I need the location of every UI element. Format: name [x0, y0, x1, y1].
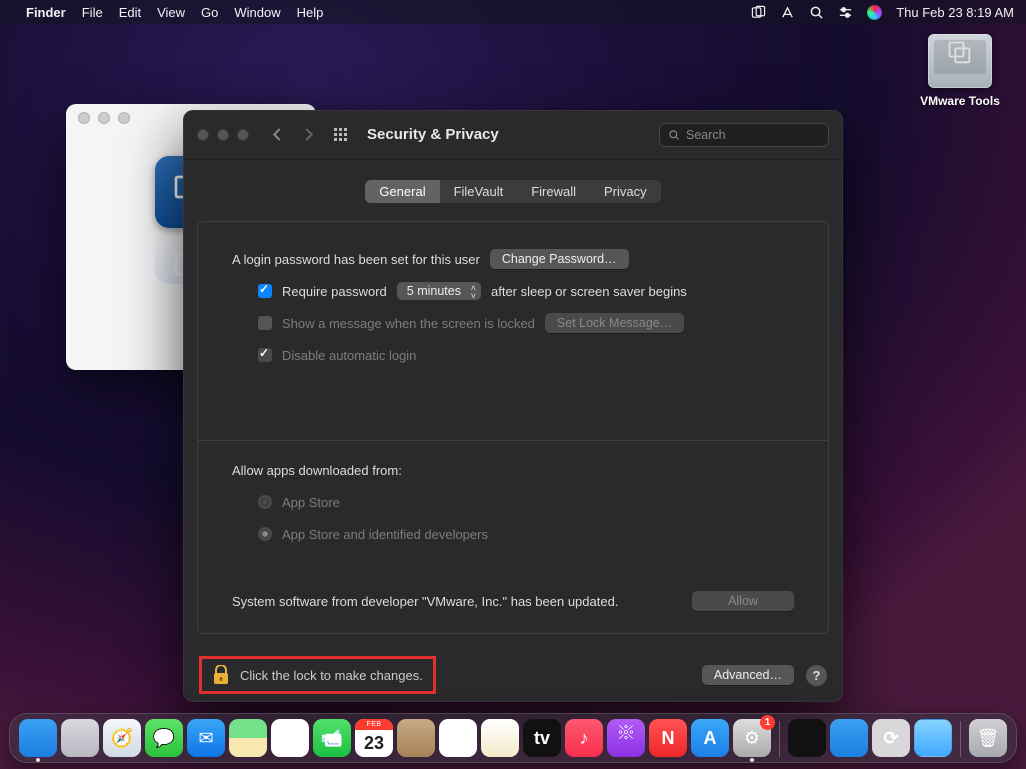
window-controls[interactable] — [78, 112, 130, 124]
dock-tv[interactable] — [523, 719, 561, 757]
dock-mail[interactable] — [187, 719, 225, 757]
disable-auto-login-label: Disable automatic login — [282, 348, 416, 363]
dock-separator — [779, 721, 780, 757]
pref-toolbar: Security & Privacy Search — [183, 110, 843, 160]
dock-facetime[interactable] — [313, 719, 351, 757]
dock-trash[interactable] — [969, 719, 1007, 757]
dock-safari[interactable] — [103, 719, 141, 757]
desktop-icon-vmware-tools[interactable]: VMware Tools — [916, 34, 1004, 108]
lock-text: Click the lock to make changes. — [240, 668, 423, 683]
require-password-checkbox[interactable] — [258, 284, 272, 298]
advanced-button[interactable]: Advanced… — [702, 665, 794, 685]
show-all-icon[interactable] — [333, 127, 349, 143]
dock-launchpad[interactable] — [61, 719, 99, 757]
dock-finder[interactable] — [19, 719, 57, 757]
show-message-checkbox — [258, 316, 272, 330]
dock-news[interactable] — [649, 719, 687, 757]
pref-window-title: Security & Privacy — [367, 126, 499, 143]
dock-system-preferences[interactable]: 1 — [733, 719, 771, 757]
disk-icon — [928, 34, 992, 88]
menu-window[interactable]: Window — [234, 5, 280, 20]
radio-app-store — [258, 495, 272, 509]
menubar-app-name[interactable]: Finder — [26, 5, 66, 20]
change-password-button[interactable]: Change Password… — [490, 249, 629, 269]
dock-reminders[interactable] — [439, 719, 477, 757]
dock-recent-app-1[interactable] — [830, 719, 868, 757]
dock-contacts[interactable] — [397, 719, 435, 757]
siri-icon[interactable] — [867, 5, 882, 20]
radio-identified-label: App Store and identified developers — [282, 527, 488, 542]
window-controls[interactable] — [197, 129, 249, 141]
search-input[interactable]: Search — [659, 123, 829, 147]
dock-podcasts[interactable] — [607, 719, 645, 757]
allow-apps-label: Allow apps downloaded from: — [232, 463, 402, 478]
stage-manager-icon[interactable] — [751, 5, 766, 20]
keyboard-input-icon[interactable] — [780, 5, 795, 20]
radio-app-store-label: App Store — [282, 495, 340, 510]
menu-go[interactable]: Go — [201, 5, 218, 20]
desktop-icon-label: VMware Tools — [916, 94, 1004, 108]
menu-bar: Finder File Edit View Go Window Help Thu… — [0, 0, 1026, 24]
dock-separator — [960, 721, 961, 757]
search-placeholder: Search — [686, 128, 726, 142]
dock-photos[interactable] — [271, 719, 309, 757]
spotlight-icon[interactable] — [809, 5, 824, 20]
tab-filevault[interactable]: FileVault — [440, 180, 518, 203]
dock-recent-app-2[interactable] — [872, 719, 910, 757]
menubar-tray: Thu Feb 23 8:19 AM — [751, 5, 1014, 20]
dock-messages[interactable] — [145, 719, 183, 757]
system-preferences-window: Security & Privacy Search General FileVa… — [183, 110, 843, 702]
login-password-text: A login password has been set for this u… — [232, 252, 480, 267]
dock-calendar[interactable]: FEB 23 — [355, 719, 393, 757]
menu-edit[interactable]: Edit — [119, 5, 141, 20]
tab-general[interactable]: General — [365, 180, 439, 203]
require-password-suffix: after sleep or screen saver begins — [491, 284, 687, 299]
nav-forward-icon[interactable] — [302, 128, 315, 141]
pref-tabs: General FileVault Firewall Privacy — [365, 180, 660, 203]
disable-auto-login-checkbox — [258, 348, 272, 362]
require-password-label: Require password — [282, 284, 387, 299]
menubar-datetime[interactable]: Thu Feb 23 8:19 AM — [896, 5, 1014, 20]
menu-view[interactable]: View — [157, 5, 185, 20]
menu-file[interactable]: File — [82, 5, 103, 20]
control-center-icon[interactable] — [838, 5, 853, 20]
menu-help[interactable]: Help — [297, 5, 324, 20]
system-software-text: System software from developer "VMware, … — [232, 594, 618, 609]
require-password-delay-select[interactable]: 5 minutes˄˅ — [397, 282, 481, 300]
dock-notes[interactable] — [481, 719, 519, 757]
dock-music[interactable] — [565, 719, 603, 757]
pref-content: A login password has been set for this u… — [197, 221, 829, 634]
dock-badge: 1 — [760, 715, 775, 730]
dock-activity-monitor[interactable] — [788, 719, 826, 757]
dock: FEB 23 1 — [9, 713, 1017, 763]
nav-back-icon[interactable] — [271, 128, 284, 141]
allow-button: Allow — [692, 591, 794, 611]
help-button[interactable]: ? — [806, 665, 827, 686]
tab-firewall[interactable]: Firewall — [517, 180, 590, 203]
dock-downloads[interactable] — [914, 719, 952, 757]
tab-privacy[interactable]: Privacy — [590, 180, 661, 203]
set-lock-message-button: Set Lock Message… — [545, 313, 684, 333]
lock-to-make-changes[interactable]: Click the lock to make changes. — [199, 656, 436, 694]
dock-maps[interactable] — [229, 719, 267, 757]
radio-identified-developers — [258, 527, 272, 541]
dock-app-store[interactable] — [691, 719, 729, 757]
lock-icon — [212, 665, 230, 685]
show-message-label: Show a message when the screen is locked — [282, 316, 535, 331]
